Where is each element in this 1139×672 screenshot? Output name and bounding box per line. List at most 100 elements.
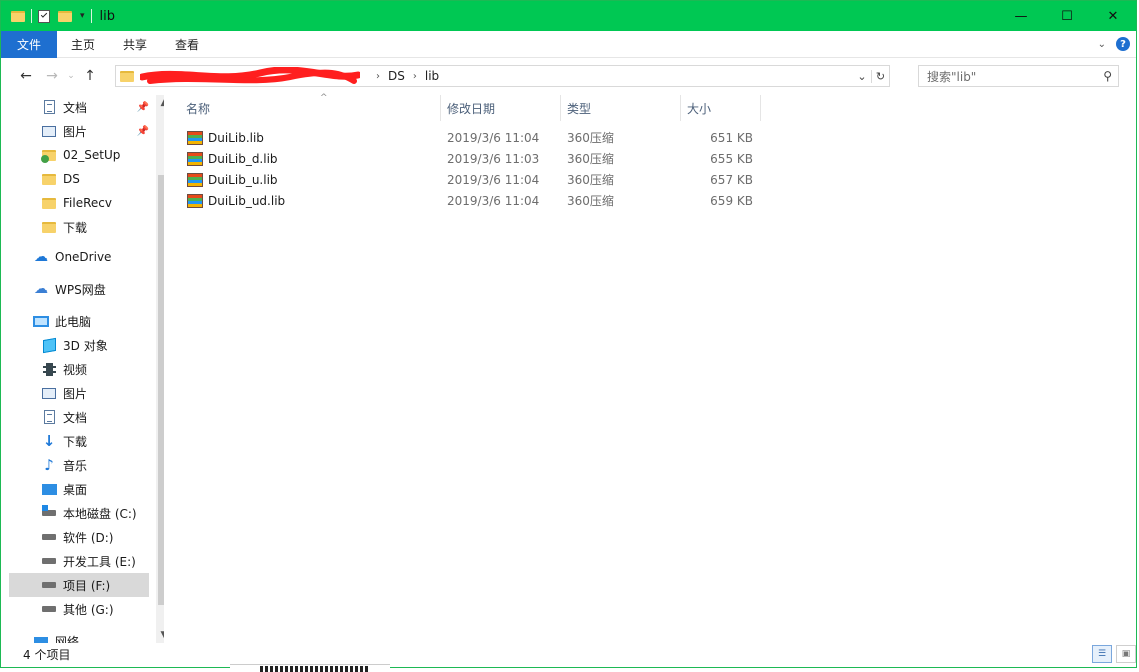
cloud-icon: ☁	[34, 249, 48, 265]
sidebar-item-drive-d[interactable]: 软件 (D:)	[9, 525, 149, 549]
picture-icon	[41, 123, 57, 139]
system-drive-icon	[41, 505, 57, 521]
folder-icon	[41, 171, 57, 187]
sidebar-item-drive-e[interactable]: 开发工具 (E:)	[9, 549, 149, 573]
sidebar-item-network[interactable]: 网络	[9, 629, 149, 643]
title-bar: ▾ lib — ☐ ✕	[1, 1, 1136, 31]
computer-icon	[33, 313, 49, 329]
sidebar-item-02-setup[interactable]: 02_SetUp	[9, 143, 149, 167]
column-header-date[interactable]: 修改日期	[441, 95, 561, 121]
search-input[interactable]: 搜索"lib" ⚲	[918, 65, 1119, 87]
folder-icon	[41, 219, 57, 235]
sidebar-item-pictures-pc[interactable]: 图片	[9, 381, 149, 405]
archive-file-icon	[187, 130, 203, 145]
file-row[interactable]: DuiLib_u.lib 2019/3/6 11:04 360压缩 657 KB	[180, 169, 760, 190]
scroll-down-icon[interactable]: ▼	[156, 627, 164, 643]
sidebar-item-drive-g[interactable]: 其他 (G:)	[9, 597, 149, 621]
address-bar[interactable]: › › DS › lib ⌄ ↻	[115, 65, 890, 87]
sidebar-item-downloads[interactable]: ↓ 下载	[9, 429, 149, 453]
help-icon[interactable]: ?	[1116, 37, 1130, 51]
picture-icon	[41, 385, 57, 401]
refresh-icon[interactable]: ↻	[871, 69, 889, 83]
file-size: 655 KB	[710, 151, 753, 166]
explorer-window: ▾ lib — ☐ ✕ 文件 主页 共享 查看 ⌄ ? ← → ⌄ ↑ › › …	[0, 0, 1137, 668]
archive-file-icon	[187, 193, 203, 208]
sidebar-item-music[interactable]: ♪ 音乐	[9, 453, 149, 477]
file-list[interactable]: 名称 ^ 修改日期 类型 大小 DuiLib.lib 2019/3/6 11:0…	[166, 91, 1136, 643]
sidebar-item-pictures[interactable]: 图片 📌	[9, 119, 149, 143]
minimize-button[interactable]: —	[998, 1, 1044, 31]
sidebar-item-onedrive[interactable]: ☁ OneDrive	[9, 245, 149, 269]
address-history-icon[interactable]: ⌄	[853, 70, 871, 83]
sidebar-item-documents[interactable]: 文档 📌	[9, 95, 149, 119]
sort-ascending-icon: ^	[320, 93, 328, 103]
file-row[interactable]: DuiLib.lib 2019/3/6 11:04 360压缩 651 KB	[180, 127, 760, 148]
file-name: DuiLib_u.lib	[208, 172, 278, 187]
chevron-right-icon[interactable]: ›	[413, 71, 417, 82]
navigation-bar: ← → ⌄ ↑ › › DS › lib ⌄ ↻ 搜索"lib" ⚲	[1, 61, 1136, 91]
sidebar-item-videos[interactable]: 视频	[9, 357, 149, 381]
column-header-type[interactable]: 类型	[561, 95, 681, 121]
new-folder-icon[interactable]	[58, 10, 72, 22]
search-icon[interactable]: ⚲	[1103, 69, 1112, 83]
details-view-icon[interactable]: ☰	[1092, 645, 1112, 663]
breadcrumb-ds[interactable]: DS	[388, 69, 405, 83]
file-row[interactable]: DuiLib_d.lib 2019/3/6 11:03 360压缩 655 KB	[180, 148, 760, 169]
quick-access-toolbar: ▾ lib	[1, 1, 115, 31]
window-title: lib	[99, 8, 116, 24]
chevron-right-icon[interactable]: ›	[376, 71, 380, 82]
quick-access-dropdown-icon[interactable]: ▾	[80, 11, 85, 21]
search-placeholder: 搜索"lib"	[927, 69, 977, 84]
background-window-peek	[230, 664, 390, 672]
back-arrow-icon[interactable]: ←	[13, 63, 39, 89]
network-icon	[33, 633, 49, 643]
close-button[interactable]: ✕	[1090, 1, 1136, 31]
item-count: 4 个项目	[23, 647, 71, 662]
column-header-name[interactable]: 名称 ^	[180, 93, 441, 121]
recent-locations-icon[interactable]: ⌄	[65, 63, 77, 89]
tab-share[interactable]: 共享	[109, 31, 161, 58]
properties-icon[interactable]	[38, 9, 50, 23]
sidebar-item-downloads-pinned[interactable]: 下载	[9, 215, 149, 239]
forward-arrow-icon[interactable]: →	[39, 63, 65, 89]
pin-icon[interactable]: 📌	[137, 126, 149, 137]
sidebar-scrollbar[interactable]: ▲ ▼	[156, 95, 164, 643]
large-icons-view-icon[interactable]: ▣	[1116, 645, 1136, 663]
address-bar-controls: ⌄ ↻	[853, 66, 889, 86]
file-type: 360压缩	[567, 194, 614, 208]
music-note-icon: ♪	[44, 456, 54, 474]
sidebar-item-desktop[interactable]: 桌面	[9, 477, 149, 501]
folder-icon	[41, 195, 57, 211]
file-row[interactable]: DuiLib_ud.lib 2019/3/6 11:04 360压缩 659 K…	[180, 190, 760, 211]
expand-ribbon-icon[interactable]: ⌄	[1098, 39, 1106, 50]
up-arrow-icon[interactable]: ↑	[77, 63, 103, 89]
sidebar-item-3d-objects[interactable]: 3D 对象	[9, 333, 149, 357]
scroll-up-icon[interactable]: ▲	[156, 95, 164, 111]
sidebar-item-documents-pc[interactable]: 文档	[9, 405, 149, 429]
sidebar-item-drive-c[interactable]: 本地磁盘 (C:)	[9, 501, 149, 525]
tab-file[interactable]: 文件	[1, 30, 58, 58]
breadcrumb-lib[interactable]: lib	[425, 69, 439, 83]
scrollbar-thumb[interactable]	[158, 175, 164, 605]
navigation-pane[interactable]: 文档 📌 图片 📌 02_SetUp DS FileRecv 下载 ☁ OneD…	[9, 95, 164, 643]
folder-sync-icon	[41, 147, 57, 163]
file-name: DuiLib_d.lib	[208, 151, 278, 166]
desktop-icon	[41, 481, 57, 497]
tab-view[interactable]: 查看	[161, 31, 213, 58]
ribbon-tabs: 文件 主页 共享 查看 ⌄ ?	[1, 30, 1136, 58]
sidebar-item-this-pc[interactable]: 此电脑	[9, 309, 149, 333]
archive-file-icon	[187, 151, 203, 166]
column-header-size[interactable]: 大小	[681, 95, 761, 121]
maximize-button[interactable]: ☐	[1044, 1, 1090, 31]
sidebar-item-wps-drive[interactable]: ☁ WPS网盘	[9, 277, 149, 301]
pin-icon[interactable]: 📌	[137, 102, 149, 113]
sidebar-item-ds[interactable]: DS	[9, 167, 149, 191]
drive-icon	[41, 577, 57, 593]
tab-home[interactable]: 主页	[57, 31, 109, 58]
ribbon-right: ⌄ ?	[1098, 37, 1130, 51]
file-size: 651 KB	[710, 130, 753, 145]
sidebar-item-filerecv[interactable]: FileRecv	[9, 191, 149, 215]
file-size: 657 KB	[710, 172, 753, 187]
sidebar-item-drive-f[interactable]: 项目 (F:)	[9, 573, 149, 597]
download-arrow-icon: ↓	[42, 432, 56, 450]
